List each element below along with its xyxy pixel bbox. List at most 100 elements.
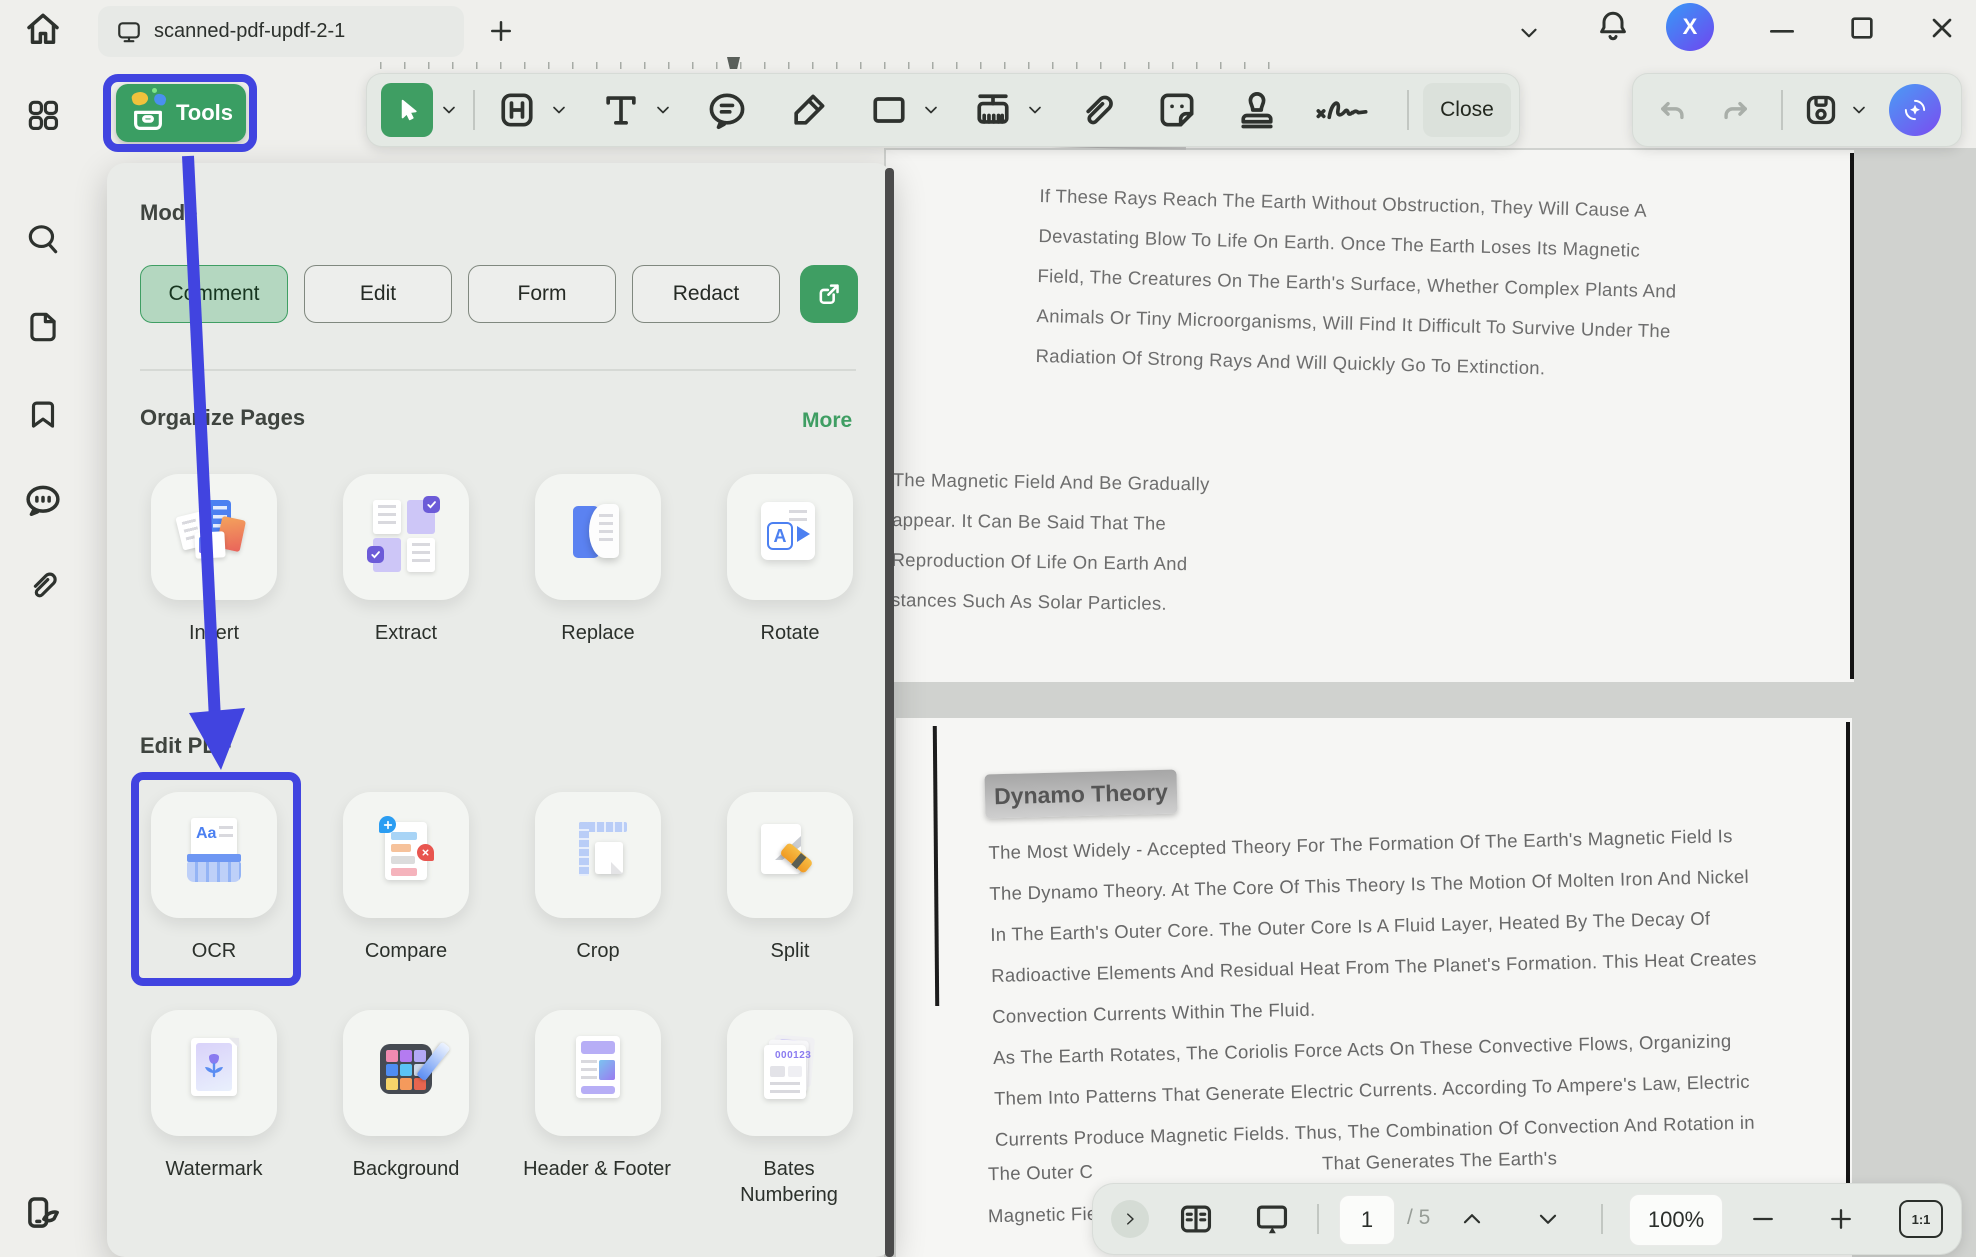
mode-comment-button[interactable]: Comment	[140, 265, 288, 323]
mode-form-button[interactable]: Form	[468, 265, 616, 323]
user-avatar[interactable]: X	[1666, 3, 1714, 51]
new-tab-button[interactable]	[486, 16, 516, 46]
shape-tool-button[interactable]	[867, 88, 911, 132]
highlight-tool-button[interactable]	[495, 88, 539, 132]
window-minimize-button[interactable]	[1766, 14, 1798, 46]
sticker-tool-button[interactable]	[1155, 88, 1199, 132]
chevron-down-icon	[921, 100, 941, 120]
tool-tile-crop[interactable]	[535, 792, 661, 918]
save-button[interactable]	[1801, 90, 1841, 130]
document-tab[interactable]: scanned-pdf-updf-2-1	[98, 6, 464, 57]
sidebar-item-bookmarks[interactable]	[24, 396, 62, 434]
tool-label-bates-numbering: Bates Numbering	[714, 1156, 864, 1208]
tool-tile-rotate[interactable]: A	[727, 474, 853, 600]
tool-tile-watermark[interactable]	[151, 1010, 277, 1136]
attachment-tool-button[interactable]	[1075, 88, 1119, 132]
chevron-down-icon	[439, 100, 459, 120]
pencil-tool-button[interactable]	[787, 88, 831, 132]
page-icon	[24, 308, 62, 346]
insert-icon	[179, 500, 249, 570]
panel-divider	[140, 369, 856, 371]
sidebar-item-attachments[interactable]	[24, 566, 62, 604]
doc-line: Reproduction Of Life On Earth And	[891, 540, 1208, 584]
ai-assistant-button[interactable]	[1889, 84, 1941, 136]
window-maximize-button[interactable]	[1846, 12, 1878, 44]
measure-tool-dropdown[interactable]	[1025, 100, 1045, 120]
window-close-button[interactable]	[1926, 12, 1958, 44]
heading-box-icon	[495, 88, 539, 132]
sidebar-item-pages[interactable]	[24, 308, 62, 346]
sidebar-item-mobile-transfer[interactable]	[22, 1192, 64, 1234]
highlight-tool-dropdown[interactable]	[549, 100, 569, 120]
panel-scrollbar[interactable]	[885, 168, 894, 1257]
mode-edit-button[interactable]: Edit	[304, 265, 452, 323]
replace-icon	[563, 500, 633, 570]
save-dropdown[interactable]	[1849, 100, 1869, 120]
text-tool-dropdown[interactable]	[653, 100, 673, 120]
organize-more-link[interactable]: More	[802, 409, 852, 433]
shape-tool-dropdown[interactable]	[921, 100, 941, 120]
undo-button[interactable]	[1655, 94, 1689, 128]
tool-label-watermark: Watermark	[134, 1156, 294, 1182]
tool-tile-compare[interactable]	[343, 792, 469, 918]
expand-panel-button[interactable]	[1111, 1200, 1149, 1238]
mode-label: Form	[518, 282, 567, 306]
tool-tile-replace[interactable]	[535, 474, 661, 600]
page-number-value: 1	[1361, 1207, 1373, 1233]
document-tab-icon	[116, 19, 142, 45]
text-tool-button[interactable]	[599, 88, 643, 132]
background-icon	[371, 1036, 441, 1106]
select-tool-button[interactable]	[381, 83, 433, 137]
mode-redact-button[interactable]: Redact	[632, 265, 780, 323]
tool-tile-split[interactable]	[727, 792, 853, 918]
avatar-initial: X	[1683, 14, 1698, 40]
comment-tool-button[interactable]	[705, 88, 749, 132]
open-in-new-window-button[interactable]	[800, 265, 858, 323]
page2-right-edge	[1846, 722, 1850, 1255]
tab-list-dropdown[interactable]	[1516, 20, 1542, 46]
actual-size-button[interactable]: 1:1	[1899, 1200, 1943, 1238]
paperclip-icon	[1075, 88, 1119, 132]
zoom-level-input[interactable]: 100%	[1629, 1194, 1723, 1246]
tool-tile-header-footer[interactable]	[535, 1010, 661, 1136]
toolbar-divider	[1601, 1204, 1603, 1234]
paperclip-icon	[24, 566, 62, 604]
presentation-mode-button[interactable]	[1253, 1200, 1291, 1238]
compare-icon	[371, 818, 441, 888]
page-number-input[interactable]: 1	[1339, 1195, 1395, 1245]
redo-icon	[1719, 94, 1753, 128]
doc-line: stances Such As Solar Particles.	[891, 580, 1208, 624]
tool-label-extract: Extract	[326, 620, 486, 646]
zoom-out-button[interactable]	[1749, 1205, 1777, 1233]
chevron-down-icon	[549, 100, 569, 120]
measure-tool-button[interactable]	[971, 88, 1015, 132]
tool-tile-background[interactable]	[343, 1010, 469, 1136]
reading-mode-button[interactable]	[1177, 1200, 1215, 1238]
tool-label-compare: Compare	[326, 938, 486, 964]
signature-tool-button[interactable]	[1311, 88, 1373, 132]
sidebar-item-search[interactable]	[24, 220, 62, 258]
bell-icon	[1595, 8, 1631, 44]
redo-button[interactable]	[1719, 94, 1753, 128]
select-tool-dropdown[interactable]	[439, 100, 459, 120]
organize-pages-heading: Organize Pages	[140, 405, 305, 431]
close-mode-button[interactable]: Close	[1423, 83, 1511, 137]
sidebar-item-comments[interactable]	[22, 480, 64, 522]
tool-tile-bates-numbering[interactable]: 000123	[727, 1010, 853, 1136]
plus-icon	[1827, 1205, 1855, 1233]
home-button[interactable]	[22, 8, 64, 50]
next-page-button[interactable]	[1535, 1206, 1561, 1232]
tool-tile-insert[interactable]	[151, 474, 277, 600]
watermark-icon	[179, 1036, 249, 1106]
sidebar-item-thumbnails[interactable]	[24, 96, 62, 134]
notifications-button[interactable]	[1595, 8, 1631, 44]
zoom-in-button[interactable]	[1827, 1205, 1855, 1233]
toolbar-divider	[1407, 90, 1409, 130]
history-toolbar	[1632, 73, 1962, 147]
tab-title: scanned-pdf-updf-2-1	[154, 20, 345, 43]
stamp-tool-button[interactable]	[1235, 88, 1279, 132]
tool-tile-extract[interactable]	[343, 474, 469, 600]
mode-label: Comment	[168, 282, 259, 306]
previous-page-button[interactable]	[1459, 1206, 1485, 1232]
tool-label-replace: Replace	[518, 620, 678, 646]
